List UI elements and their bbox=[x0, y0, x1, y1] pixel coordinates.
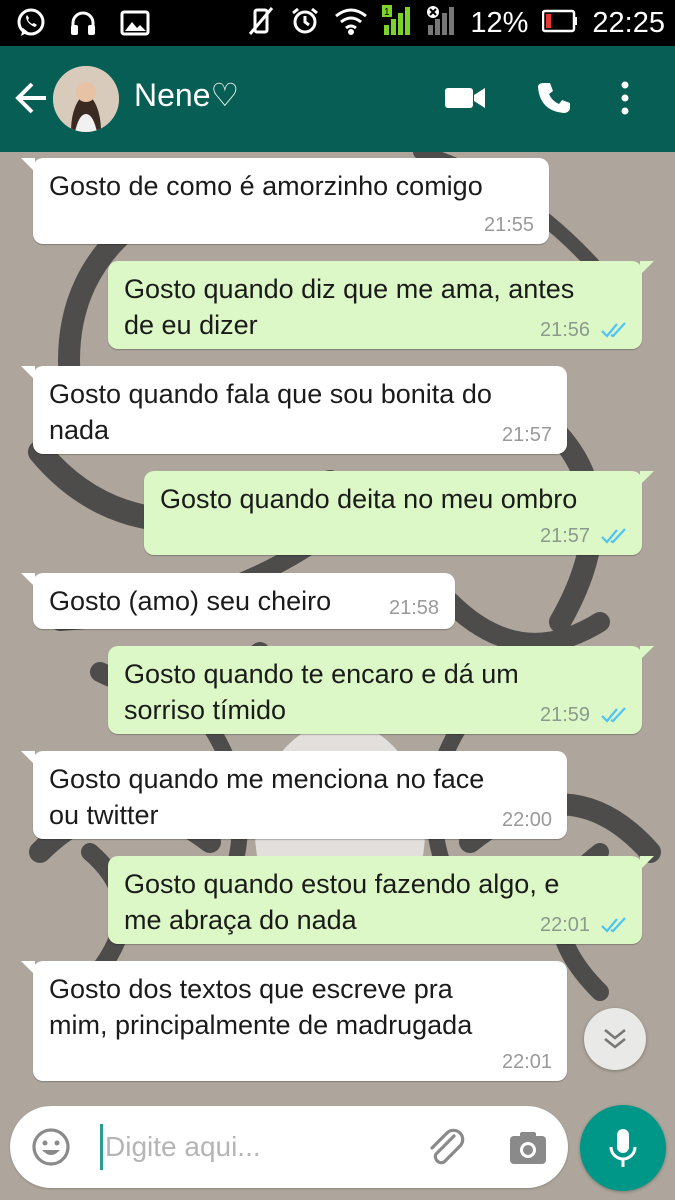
message-bubble-incoming[interactable]: Gosto quando me menciona no face ou twitt… bbox=[21, 751, 567, 839]
message-time: 21:55 bbox=[484, 214, 535, 236]
read-receipt-icon bbox=[601, 707, 626, 723]
gallery-icon bbox=[118, 6, 152, 40]
message-time: 22:01 bbox=[502, 1051, 553, 1073]
battery-percent: 12% bbox=[470, 6, 529, 39]
message-bubble-incoming[interactable]: Gosto (amo) seu cheiro 21:58 bbox=[21, 573, 455, 629]
voice-message-button[interactable] bbox=[580, 1105, 666, 1191]
more-options-button[interactable] bbox=[610, 74, 640, 122]
chat-header: Nene♡ bbox=[0, 46, 675, 152]
message-time: 22:00 bbox=[502, 809, 553, 831]
alarm-icon bbox=[290, 6, 320, 41]
read-receipt-icon bbox=[601, 528, 626, 544]
message-text: Gosto quando deita no meu ombro bbox=[160, 484, 578, 514]
chat-area[interactable]: Gosto de como é amorzinho comigo 21:55 G… bbox=[0, 152, 675, 1200]
camera-icon[interactable] bbox=[506, 1126, 550, 1170]
message-time: 21:56 bbox=[540, 319, 591, 341]
contact-name[interactable]: Nene♡ bbox=[134, 76, 239, 114]
double-chevron-down-icon bbox=[604, 1028, 626, 1049]
text-cursor bbox=[100, 1124, 103, 1170]
message-bubble-outgoing[interactable]: Gosto quando diz que me ama, antes de eu … bbox=[108, 261, 654, 349]
avatar[interactable] bbox=[53, 66, 119, 132]
message-input[interactable] bbox=[105, 1126, 405, 1168]
read-receipt-icon bbox=[601, 917, 626, 933]
message-bubble-incoming[interactable]: Gosto de como é amorzinho comigo 21:55 bbox=[21, 158, 549, 244]
vibrate-off-icon bbox=[246, 6, 276, 41]
signal-no-sim-icon bbox=[426, 5, 456, 42]
battery-icon bbox=[542, 9, 578, 38]
read-receipt-icon bbox=[601, 322, 626, 338]
signal-strength-icon: 1 bbox=[382, 4, 412, 42]
status-bar: 1 12% 22:25 bbox=[0, 0, 675, 46]
message-bubble-outgoing[interactable]: Gosto quando estou fazendo algo, e me abr… bbox=[108, 856, 654, 944]
message-time: 21:57 bbox=[502, 424, 553, 446]
video-call-button[interactable] bbox=[442, 74, 488, 122]
message-bubble-incoming[interactable]: Gosto dos textos que escreve pra mim, pri… bbox=[21, 961, 567, 1081]
wifi-icon bbox=[334, 6, 368, 41]
message-text: Gosto de como é amorzinho comigo bbox=[49, 171, 483, 201]
message-bubble-outgoing[interactable]: Gosto quando te encaro e dá um sorriso tí… bbox=[108, 646, 654, 734]
voice-call-button[interactable] bbox=[532, 74, 578, 122]
kebab-menu-icon bbox=[621, 81, 629, 115]
message-time: 21:58 bbox=[389, 597, 440, 619]
message-bubble-outgoing[interactable]: Gosto quando deita no meu ombro 21:57 bbox=[144, 471, 654, 555]
whatsapp-notification-icon bbox=[14, 6, 48, 40]
headset-icon bbox=[66, 6, 100, 40]
message-bubble-incoming[interactable]: Gosto quando fala que sou bonita do nada … bbox=[21, 366, 567, 454]
scroll-to-bottom-button[interactable] bbox=[584, 1008, 646, 1070]
message-composer bbox=[10, 1106, 568, 1188]
video-camera-icon bbox=[445, 88, 485, 108]
message-text: Gosto quando fala que sou bonita do nada bbox=[49, 379, 492, 445]
message-text: Gosto (amo) seu cheiro bbox=[49, 586, 332, 616]
message-time: 21:59 bbox=[540, 704, 591, 726]
message-time: 21:57 bbox=[540, 525, 591, 547]
message-text: Gosto quando estou fazendo algo, e me abr… bbox=[124, 869, 560, 935]
microphone-icon bbox=[609, 1129, 637, 1167]
signal-badge: 1 bbox=[384, 7, 390, 18]
phone-icon bbox=[538, 83, 570, 113]
back-arrow-icon[interactable] bbox=[10, 76, 50, 120]
message-time: 22:01 bbox=[540, 914, 591, 936]
attach-paperclip-icon[interactable] bbox=[424, 1126, 468, 1170]
message-text: Gosto quando te encaro e dá um sorriso tí… bbox=[124, 659, 519, 725]
emoji-icon[interactable] bbox=[30, 1126, 72, 1168]
clock: 22:25 bbox=[592, 6, 665, 39]
message-text: Gosto dos textos que escreve pra mim, pri… bbox=[49, 974, 473, 1040]
message-text: Gosto quando me menciona no face ou twitt… bbox=[49, 764, 485, 830]
message-text: Gosto quando diz que me ama, antes de eu … bbox=[124, 274, 575, 340]
